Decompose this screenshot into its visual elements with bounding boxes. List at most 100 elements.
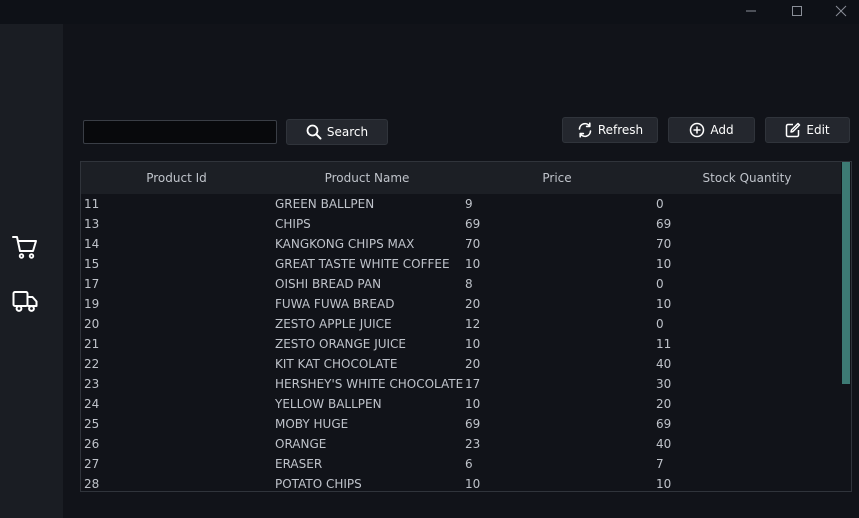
- cell-stock-quantity: 40: [656, 357, 672, 371]
- cell-price: 10: [465, 337, 481, 351]
- cell-price: 69: [465, 417, 481, 431]
- table-row[interactable]: 24 YELLOW BALLPEN 10 20: [81, 394, 842, 414]
- cell-stock-quantity: 10: [656, 257, 672, 271]
- cell-product-id: 22: [84, 357, 100, 371]
- cell-product-id: 13: [84, 217, 100, 231]
- cell-stock-quantity: 7: [656, 457, 664, 471]
- cell-product-name: FUWA FUWA BREAD: [275, 297, 395, 311]
- cell-product-id: 26: [84, 437, 100, 451]
- table-row[interactable]: 15 GREAT TASTE WHITE COFFEE 10 10: [81, 254, 842, 274]
- column-header-product-name[interactable]: Product Name: [272, 162, 462, 194]
- cell-price: 8: [465, 277, 473, 291]
- cell-product-name: KIT KAT CHOCOLATE: [275, 357, 398, 371]
- cell-stock-quantity: 20: [656, 397, 672, 411]
- edit-icon: [786, 122, 801, 138]
- cell-product-name: KANGKONG CHIPS MAX: [275, 237, 415, 251]
- table-row[interactable]: 20 ZESTO APPLE JUICE 12 0: [81, 314, 842, 334]
- sidebar: [0, 24, 63, 518]
- table-row[interactable]: 28 POTATO CHIPS 10 10: [81, 474, 842, 491]
- cell-stock-quantity: 0: [656, 197, 664, 211]
- cell-stock-quantity: 0: [656, 317, 664, 331]
- cell-product-id: 21: [84, 337, 100, 351]
- table-row[interactable]: 21 ZESTO ORANGE JUICE 10 11: [81, 334, 842, 354]
- scrollbar-thumb[interactable]: [842, 162, 850, 384]
- plus-circle-icon: [690, 122, 705, 138]
- table-row[interactable]: 11 GREEN BALLPEN 9 0: [81, 194, 842, 214]
- column-header-product-id[interactable]: Product Id: [81, 162, 272, 194]
- cell-product-name: GREAT TASTE WHITE COFFEE: [275, 257, 450, 271]
- truck-icon: [12, 291, 38, 312]
- cell-price: 9: [465, 197, 473, 211]
- cell-product-id: 23: [84, 377, 100, 391]
- table-row[interactable]: 13 CHIPS 69 69: [81, 214, 842, 234]
- table-row[interactable]: 22 KIT KAT CHOCOLATE 20 40: [81, 354, 842, 374]
- cell-product-id: 28: [84, 477, 100, 491]
- cell-stock-quantity: 69: [656, 217, 672, 231]
- sidebar-item-delivery[interactable]: [12, 288, 38, 314]
- cell-stock-quantity: 69: [656, 417, 672, 431]
- edit-button[interactable]: Edit: [765, 117, 850, 143]
- cell-stock-quantity: 30: [656, 377, 672, 391]
- edit-button-label: Edit: [806, 123, 830, 137]
- table-row[interactable]: 27 ERASER 6 7: [81, 454, 842, 474]
- cell-product-id: 11: [84, 197, 100, 211]
- add-button[interactable]: Add: [668, 117, 755, 143]
- cell-stock-quantity: 10: [656, 477, 672, 491]
- table-row[interactable]: 19 FUWA FUWA BREAD 20 10: [81, 294, 842, 314]
- cell-product-name: OISHI BREAD PAN: [275, 277, 382, 291]
- cell-product-name: HERSHEY'S WHITE CHOCOLATE: [275, 377, 464, 391]
- table-row[interactable]: 23 HERSHEY'S WHITE CHOCOLATE 17 30: [81, 374, 842, 394]
- cell-price: 10: [465, 397, 481, 411]
- cell-product-name: CHIPS: [275, 217, 311, 231]
- cell-price: 20: [465, 297, 481, 311]
- cell-product-id: 19: [84, 297, 100, 311]
- minimize-button[interactable]: [728, 0, 774, 22]
- refresh-button[interactable]: Refresh: [562, 117, 658, 143]
- cell-price: 23: [465, 437, 481, 451]
- table-row[interactable]: 25 MOBY HUGE 69 69: [81, 414, 842, 434]
- cell-stock-quantity: 11: [656, 337, 672, 351]
- cell-price: 70: [465, 237, 481, 251]
- cell-stock-quantity: 0: [656, 277, 664, 291]
- cell-product-id: 14: [84, 237, 100, 251]
- cell-price: 20: [465, 357, 481, 371]
- cell-product-name: MOBY HUGE: [275, 417, 349, 431]
- close-button[interactable]: [818, 0, 859, 22]
- cell-price: 10: [465, 477, 481, 491]
- cell-product-id: 24: [84, 397, 100, 411]
- title-bar: [0, 0, 859, 24]
- search-icon: [306, 124, 322, 140]
- cell-price: 10: [465, 257, 481, 271]
- table-body: 11 GREEN BALLPEN 9 0 13 CHIPS 69 69 14 KANGKONG C…: [81, 194, 842, 491]
- cell-stock-quantity: 40: [656, 437, 672, 451]
- cart-icon: [12, 236, 37, 259]
- cell-product-name: ORANGE: [275, 437, 327, 451]
- cell-product-name: ZESTO APPLE JUICE: [275, 317, 392, 331]
- search-input[interactable]: [83, 120, 277, 144]
- cell-price: 17: [465, 377, 481, 391]
- product-table: Product Id Product Name Price Stock Quan…: [80, 161, 852, 492]
- cell-product-name: POTATO CHIPS: [275, 477, 362, 491]
- search-button[interactable]: Search: [286, 119, 388, 145]
- search-button-label: Search: [326, 125, 369, 139]
- add-button-label: Add: [710, 123, 734, 137]
- column-header-price[interactable]: Price: [462, 162, 652, 194]
- table-header: Product Id Product Name Price Stock Quan…: [81, 162, 842, 194]
- cell-stock-quantity: 10: [656, 297, 672, 311]
- cell-product-name: YELLOW BALLPEN: [275, 397, 382, 411]
- cell-product-id: 25: [84, 417, 100, 431]
- cell-stock-quantity: 70: [656, 237, 672, 251]
- maximize-button[interactable]: [774, 0, 820, 22]
- refresh-icon: [578, 122, 592, 138]
- table-scrollbar[interactable]: [841, 162, 851, 491]
- column-header-stock-quantity[interactable]: Stock Quantity: [652, 162, 842, 194]
- table-row[interactable]: 26 ORANGE 23 40: [81, 434, 842, 454]
- minimize-icon: [746, 10, 756, 12]
- sidebar-item-cart[interactable]: [12, 234, 38, 260]
- cell-product-id: 17: [84, 277, 100, 291]
- cell-product-name: ERASER: [275, 457, 323, 471]
- cell-product-id: 15: [84, 257, 100, 271]
- table-row[interactable]: 14 KANGKONG CHIPS MAX 70 70: [81, 234, 842, 254]
- table-row[interactable]: 17 OISHI BREAD PAN 8 0: [81, 274, 842, 294]
- cell-product-name: ZESTO ORANGE JUICE: [275, 337, 407, 351]
